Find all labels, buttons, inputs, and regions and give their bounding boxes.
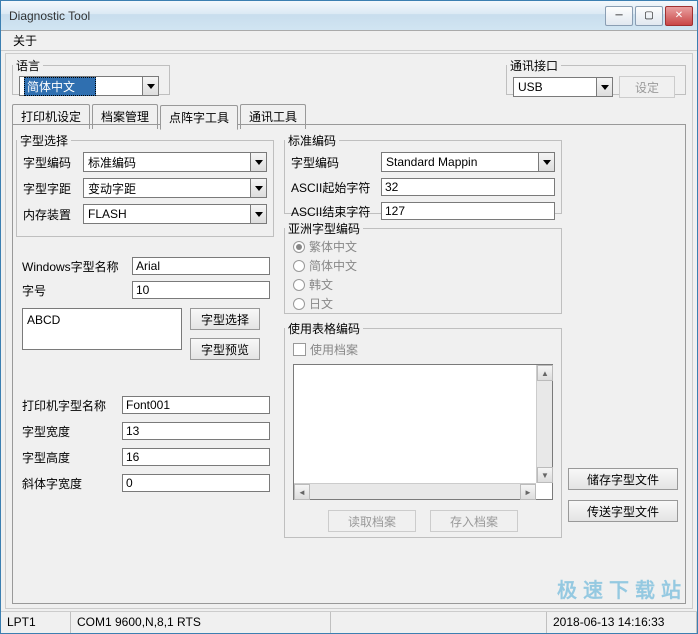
- comm-select[interactable]: USB: [513, 77, 613, 97]
- std-encode-label: 字型编码: [291, 154, 381, 171]
- right-button-column: 储存字型文件 传送字型文件: [568, 468, 678, 522]
- scroll-right-icon[interactable]: ►: [520, 484, 536, 500]
- font-pitch-select[interactable]: 变动字距: [83, 178, 267, 198]
- font-sample-text: ABCD: [27, 313, 60, 327]
- table-code-legend: 使用表格编码: [285, 320, 363, 337]
- printer-font-area: 打印机字型名称 字型宽度 字型高度 斜体字宽度: [22, 392, 274, 496]
- font-width-input[interactable]: [122, 422, 270, 440]
- standard-code-legend: 标准编码: [285, 132, 339, 149]
- font-width-label: 字型宽度: [22, 423, 122, 440]
- font-pitch-value: 变动字距: [88, 180, 136, 197]
- chevron-down-icon: [596, 78, 612, 96]
- checkbox-icon: [293, 343, 306, 356]
- ascii-end-label: ASCII结束字符: [291, 203, 381, 220]
- status-port: LPT1: [1, 612, 71, 633]
- radio-icon: [293, 298, 305, 310]
- storage-value: FLASH: [88, 207, 127, 221]
- chevron-down-icon: [142, 77, 158, 95]
- font-choose-button[interactable]: 字型选择: [190, 308, 260, 330]
- maximize-icon: ▢: [644, 11, 653, 21]
- font-select-legend: 字型选择: [17, 132, 71, 149]
- scroll-up-icon[interactable]: ▲: [537, 365, 553, 381]
- font-select-group: 字型选择 字型编码 标准编码 字型字距 变动字距 内存装置 FLASH: [16, 132, 274, 237]
- scrollbar-horizontal[interactable]: ◄ ►: [294, 483, 536, 499]
- content-area: 语言 简体中文 通讯接口 USB 设定 打印机设定 档案管理 点阵字工具: [5, 53, 693, 609]
- printer-font-name-input[interactable]: [122, 396, 270, 414]
- scrollbar-vertical[interactable]: ▲ ▼: [536, 365, 552, 483]
- send-font-file-button[interactable]: 传送字型文件: [568, 500, 678, 522]
- minimize-icon: ─: [615, 11, 622, 21]
- radio-icon: [293, 241, 305, 253]
- radio-japanese: 日文: [285, 294, 561, 313]
- radio-korean: 韩文: [285, 275, 561, 294]
- status-datetime: 2018-06-13 14:16:33: [547, 612, 697, 633]
- window-controls: ─ ▢ ✕: [605, 6, 693, 26]
- scroll-left-icon[interactable]: ◄: [294, 484, 310, 500]
- font-encode-select[interactable]: 标准编码: [83, 152, 267, 172]
- radio-icon: [293, 279, 305, 291]
- read-file-button: 读取档案: [328, 510, 416, 532]
- win-font-name-input[interactable]: [132, 257, 270, 275]
- font-height-input[interactable]: [122, 448, 270, 466]
- win-font-name-label: Windows字型名称: [22, 258, 132, 275]
- storage-label: 内存装置: [23, 206, 83, 223]
- menubar: 关于: [1, 31, 697, 51]
- font-sample-box: ABCD: [22, 308, 182, 350]
- save-font-file-button[interactable]: 储存字型文件: [568, 468, 678, 490]
- win-font-size-label: 字号: [22, 282, 132, 299]
- windows-font-area: Windows字型名称 字号 ABCD 字型选择 字型预览: [22, 254, 274, 360]
- language-select[interactable]: 简体中文: [19, 76, 159, 96]
- status-bar: LPT1 COM1 9600,N,8,1 RTS 2018-06-13 14:1…: [1, 611, 697, 633]
- radio-traditional: 繁体中文: [285, 237, 561, 256]
- titlebar: Diagnostic Tool ─ ▢ ✕: [1, 1, 697, 31]
- standard-code-group: 标准编码 字型编码 Standard Mappin ASCII起始字符 ASCI…: [284, 132, 562, 214]
- win-font-size-input[interactable]: [132, 281, 270, 299]
- scroll-down-icon[interactable]: ▼: [537, 467, 553, 483]
- save-file-button: 存入档案: [430, 510, 518, 532]
- close-button[interactable]: ✕: [665, 6, 693, 26]
- comm-set-button: 设定: [619, 76, 675, 98]
- italic-width-label: 斜体字宽度: [22, 475, 122, 492]
- chevron-down-icon: [250, 205, 266, 223]
- ascii-start-input[interactable]: [381, 178, 555, 196]
- use-file-row: 使用档案: [285, 337, 561, 362]
- language-value: 简体中文: [24, 77, 96, 96]
- main-window: Diagnostic Tool ─ ▢ ✕ 关于 语言 简体中文 通讯接口 US…: [0, 0, 698, 634]
- asia-code-legend: 亚洲字型编码: [285, 220, 363, 237]
- asia-code-group: 亚洲字型编码 繁体中文 简体中文 韩文 日文: [284, 220, 562, 314]
- chevron-down-icon: [250, 153, 266, 171]
- comm-value: USB: [518, 80, 543, 94]
- font-pitch-label: 字型字距: [23, 180, 83, 197]
- chevron-down-icon: [538, 153, 554, 171]
- chevron-down-icon: [250, 179, 266, 197]
- printer-font-name-label: 打印机字型名称: [22, 397, 122, 414]
- menu-about[interactable]: 关于: [7, 30, 43, 51]
- language-group: 语言 简体中文: [12, 57, 170, 95]
- comm-legend: 通讯接口: [507, 57, 561, 74]
- close-icon: ✕: [675, 11, 683, 21]
- ascii-start-label: ASCII起始字符: [291, 179, 381, 196]
- minimize-button[interactable]: ─: [605, 6, 633, 26]
- table-code-group: 使用表格编码 使用档案 ▲ ▼ ◄ ► 读取档案 存入档案: [284, 320, 562, 538]
- font-height-label: 字型高度: [22, 449, 122, 466]
- std-encode-select[interactable]: Standard Mappin: [381, 152, 555, 172]
- radio-simplified: 简体中文: [285, 256, 561, 275]
- language-legend: 语言: [13, 57, 43, 74]
- font-encode-label: 字型编码: [23, 154, 83, 171]
- std-encode-value: Standard Mappin: [386, 155, 477, 169]
- ascii-end-input[interactable]: [381, 202, 555, 220]
- table-textarea[interactable]: ▲ ▼ ◄ ►: [293, 364, 553, 500]
- comm-group: 通讯接口 USB 设定: [506, 57, 686, 95]
- storage-select[interactable]: FLASH: [83, 204, 267, 224]
- font-preview-button[interactable]: 字型预览: [190, 338, 260, 360]
- window-title: Diagnostic Tool: [9, 9, 605, 23]
- tab-bitmap-font[interactable]: 点阵字工具: [160, 105, 238, 130]
- status-connection: COM1 9600,N,8,1 RTS: [71, 612, 331, 633]
- use-file-label: 使用档案: [310, 341, 358, 358]
- font-encode-value: 标准编码: [88, 154, 136, 171]
- maximize-button[interactable]: ▢: [635, 6, 663, 26]
- italic-width-input[interactable]: [122, 474, 270, 492]
- radio-icon: [293, 260, 305, 272]
